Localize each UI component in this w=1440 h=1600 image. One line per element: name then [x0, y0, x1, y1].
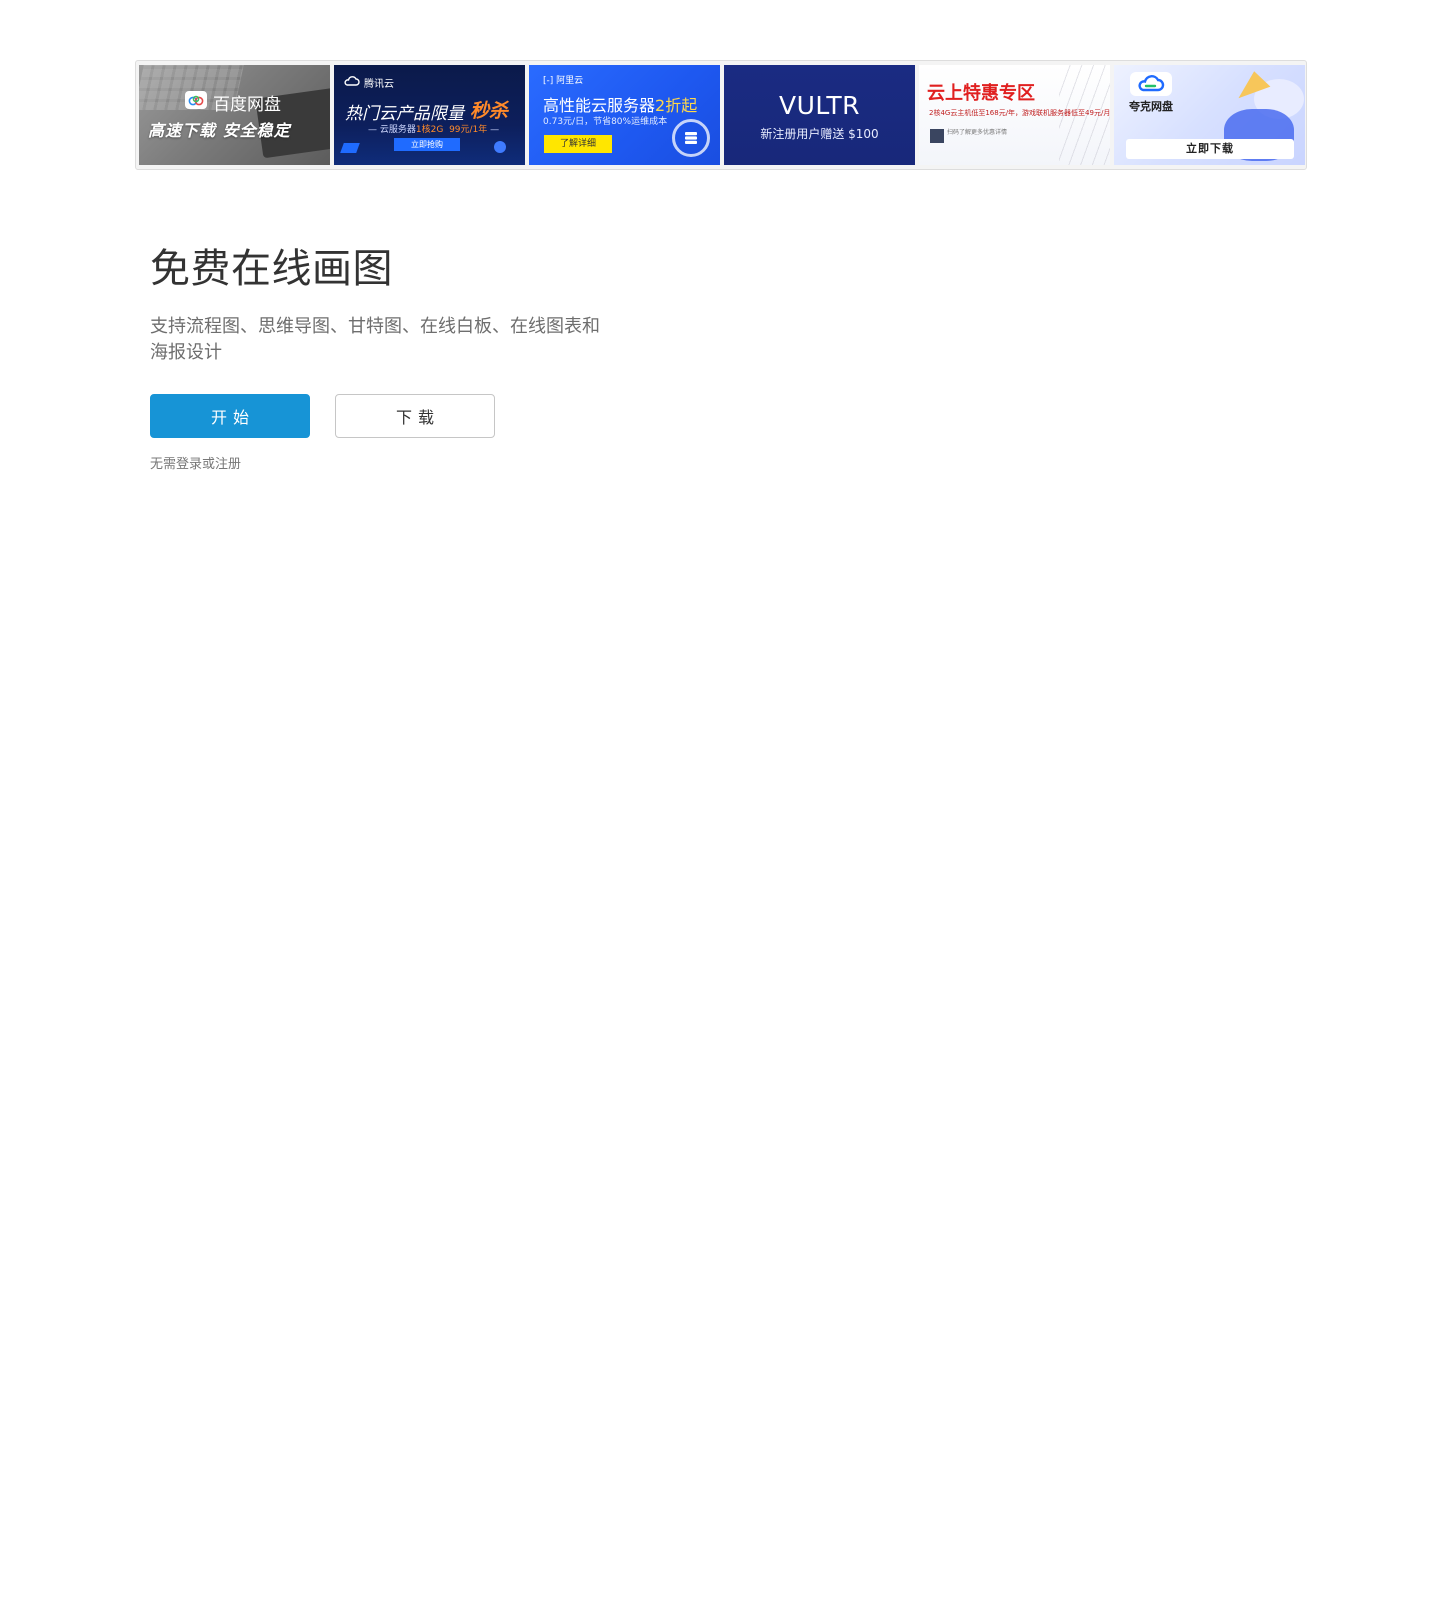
ad-quark-netdisk[interactable]: 夸克网盘 立即下载 — [1114, 65, 1305, 165]
ad-quark-brand: 夸克网盘 — [1129, 100, 1173, 113]
ad-tencent-cloud[interactable]: 腾讯云 热门云产品限量 秒杀 — 云服务器1核2G 99元/1年 — 立即抢购 — [334, 65, 525, 165]
ad-cloud-special-zone[interactable]: 云上特惠专区 2核4G云主机低至168元/年，游戏联机服务器低至49元/月 扫码… — [919, 65, 1110, 165]
ad-aliyun[interactable]: [-] 阿里云 高性能云服务器2折起 0.73元/日，节省80%运维成本 了解详… — [529, 65, 720, 165]
decorative-shape — [494, 141, 506, 153]
ad-tencent-sub-spec: 1核2G — [415, 125, 444, 135]
aliyun-icon: [-] — [543, 76, 554, 86]
quark-cloud-icon — [1130, 72, 1172, 96]
ad-aliyun-headline-accent: 2折起 — [655, 96, 698, 115]
ad-banner-strip: 百度网盘 高速下载 安全稳定 腾讯云 热门云产品限量 秒杀 — 云服务器1核2G… — [135, 60, 1307, 170]
ad-quark-cta[interactable]: 立即下载 — [1126, 139, 1294, 159]
ad-aliyun-sub: 0.73元/日，节省80%运维成本 — [543, 117, 668, 127]
ad-baidu-brand: 百度网盘 — [213, 95, 281, 115]
baidu-cloud-icon — [185, 91, 207, 109]
ad-tencent-logo: 腾讯云 — [364, 79, 394, 90]
tencent-cloud-icon — [344, 76, 360, 89]
download-button[interactable]: 下载 — [335, 394, 495, 438]
ad-aliyun-logo-text: 阿里云 — [556, 76, 584, 86]
ad-tencent-cta[interactable]: 立即抢购 — [394, 138, 460, 151]
ad-tencent-sub-price: 99元/1年 — [449, 125, 488, 135]
ad-vultr-brand: VULTR — [778, 91, 861, 120]
start-button[interactable]: 开始 — [150, 394, 310, 438]
page: 百度网盘 高速下载 安全稳定 腾讯云 热门云产品限量 秒杀 — 云服务器1核2G… — [0, 0, 1440, 1600]
ad-vultr[interactable]: VULTR 新注册用户赠送 $100 — [724, 65, 915, 165]
ad-zone-sub: 2核4G云主机低至168元/年，游戏联机服务器低至49元/月 — [929, 109, 1110, 117]
ad-aliyun-cta[interactable]: 了解详细 — [544, 135, 612, 153]
no-login-note: 无需登录或注册 — [150, 456, 242, 471]
server-icon — [672, 119, 710, 157]
ad-tencent-headline: 热门云产品限量 — [345, 104, 464, 124]
qr-code-icon — [930, 129, 944, 143]
ad-baidu-slogan: 高速下载 安全稳定 — [148, 121, 291, 140]
ad-aliyun-logo: [-] 阿里云 — [543, 73, 583, 86]
page-title: 免费在线画图 — [150, 247, 393, 291]
hero-description: 支持流程图、思维导图、甘特图、在线白板、在线图表和海报设计 — [150, 316, 600, 362]
ad-vultr-sub: 新注册用户赠送 $100 — [760, 127, 879, 141]
ad-baidu-netdisk[interactable]: 百度网盘 高速下载 安全稳定 — [139, 65, 330, 165]
decorative-shape — [340, 143, 360, 153]
ad-tencent-headline-accent: 秒杀 — [470, 100, 509, 122]
ad-tencent-sub-prefix: 云服务器 — [379, 125, 416, 135]
ad-zone-title: 云上特惠专区 — [927, 83, 1035, 104]
ad-tencent-sub: — 云服务器1核2G 99元/1年 — — [368, 125, 500, 135]
ad-aliyun-headline-prefix: 高性能云服务器 — [543, 96, 656, 115]
ad-zone-qr-text: 扫码了解更多优惠详情 — [947, 129, 1008, 136]
ad-aliyun-headline: 高性能云服务器2折起 — [543, 92, 697, 116]
